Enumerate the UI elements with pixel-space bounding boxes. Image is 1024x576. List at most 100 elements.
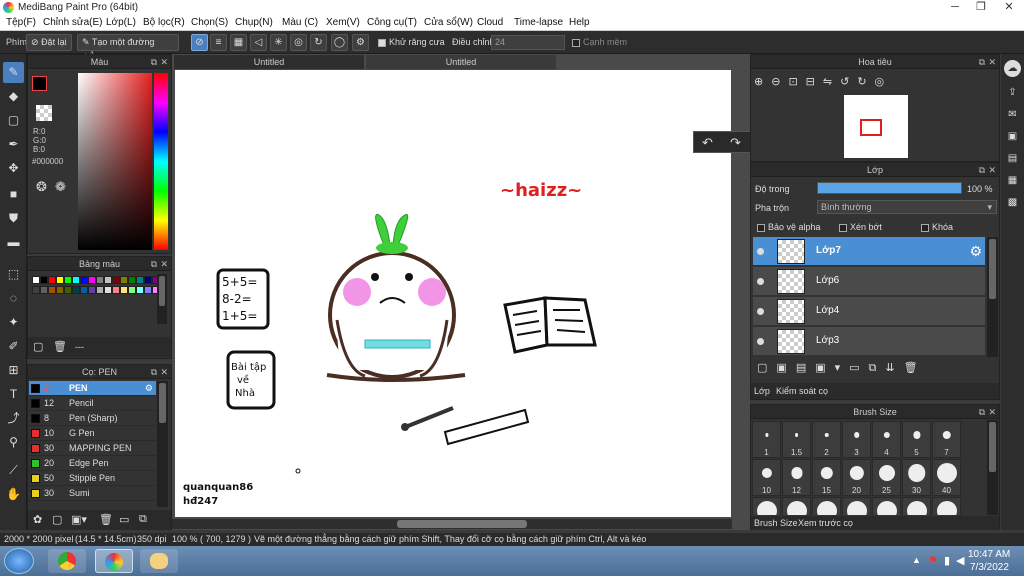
redo-icon[interactable]: ↷: [730, 135, 741, 151]
menu-cloud[interactable]: Cloud: [477, 17, 503, 28]
gear-icon[interactable]: ⚙: [969, 243, 982, 260]
close-icon[interactable]: ✕: [160, 55, 168, 69]
brush-item[interactable]: 30 Sumi: [29, 486, 156, 501]
palette-swatch[interactable]: [48, 286, 56, 294]
palette-swatch[interactable]: [88, 286, 96, 294]
brush-size-cell[interactable]: 40: [932, 459, 961, 496]
brush-size-cell[interactable]: 5: [902, 421, 931, 458]
tab-untitled-2[interactable]: Untitled: [366, 55, 556, 69]
tile-icon[interactable]: ▩: [1004, 194, 1021, 211]
fit-icon[interactable]: ⊡: [788, 76, 805, 88]
close-button[interactable]: ✕: [994, 0, 1024, 15]
layer-row[interactable]: Lớp3: [753, 327, 985, 356]
tray-chevron-icon[interactable]: ▲: [912, 555, 921, 565]
hue-slider[interactable]: [154, 73, 168, 250]
tray-network-icon[interactable]: ▮: [944, 554, 950, 567]
cloud-icon[interactable]: ☁: [1004, 60, 1021, 77]
palette-swatch[interactable]: [72, 276, 80, 284]
menu-edit[interactable]: Chỉnh sửa(E): [43, 17, 103, 28]
brush-item[interactable]: 2 PEN ⚙: [29, 381, 156, 396]
delete-palette-icon[interactable]: 🗑: [53, 340, 67, 353]
maximize-button[interactable]: ❐: [968, 0, 994, 15]
palette-swatch[interactable]: [104, 276, 112, 284]
menu-capture[interactable]: Chụp(N): [235, 17, 273, 28]
blend-select[interactable]: Bình thường ▾: [817, 200, 997, 214]
visibility-icon[interactable]: [757, 308, 764, 315]
close-icon[interactable]: ✕: [988, 55, 996, 69]
soft-edge-checkbox[interactable]: Cạnh mềm: [572, 37, 627, 47]
clock-date[interactable]: 7/3/2022: [970, 562, 1009, 573]
palette-swatch[interactable]: [88, 276, 96, 284]
palette-swatch[interactable]: [64, 286, 72, 294]
upload-icon[interactable]: ⇪: [1004, 84, 1021, 101]
shape-lines-button[interactable]: ≡: [210, 34, 227, 51]
adjust-input[interactable]: 24: [491, 35, 565, 50]
new-layer-icon[interactable]: ▢: [757, 362, 776, 374]
float-icon[interactable]: ⧉: [979, 55, 985, 69]
rotate-right-icon[interactable]: ↻: [857, 76, 874, 88]
menu-timelapse[interactable]: Time-lapse: [514, 17, 563, 28]
merge-layer-icon[interactable]: ⇊: [885, 362, 903, 374]
fill-rect-tool-icon[interactable]: ■: [3, 184, 24, 205]
select-tool-icon[interactable]: ⬚: [3, 264, 24, 285]
color-wheel-icon[interactable]: ❂: [36, 179, 47, 195]
palette-swatch[interactable]: [40, 276, 48, 284]
brush-size-cell[interactable]: 70: [782, 497, 811, 515]
chrome-taskbar-icon[interactable]: [48, 549, 86, 573]
select-pen-tool-icon[interactable]: ✐: [3, 336, 24, 357]
actual-size-icon[interactable]: ⊟: [806, 76, 823, 88]
menu-file[interactable]: Tệp(F): [6, 17, 36, 28]
tab-brush-preview[interactable]: Xem trước cọ: [798, 518, 853, 528]
palette-swatch[interactable]: [72, 286, 80, 294]
delete-layer-icon[interactable]: 🗑: [904, 362, 927, 374]
brush-size-cell[interactable]: 1: [752, 421, 781, 458]
medibang-taskbar-icon[interactable]: [95, 549, 133, 573]
float-icon[interactable]: ⧉: [151, 257, 157, 271]
gradient-tool-icon[interactable]: ▬: [3, 232, 24, 253]
brush-item[interactable]: 10 G Pen: [29, 426, 156, 441]
visibility-icon[interactable]: [757, 248, 764, 255]
palette-swatch[interactable]: [112, 276, 120, 284]
brush-size-cell[interactable]: 200: [872, 497, 901, 515]
rotate-left-icon[interactable]: ↺: [840, 76, 857, 88]
palette-swatch[interactable]: [56, 286, 64, 294]
palette-swatch[interactable]: [136, 276, 144, 284]
brush-tool-icon[interactable]: ✎: [3, 62, 24, 83]
brush-size-cell[interactable]: 4: [872, 421, 901, 458]
brush-size-cell[interactable]: 12: [782, 459, 811, 496]
brush-add-icon[interactable]: ✿: [33, 513, 42, 526]
brush-size-cell[interactable]: 250: [902, 497, 931, 515]
brush-size-scrollbar[interactable]: [987, 420, 998, 515]
brush-size-cell[interactable]: 20: [842, 459, 871, 496]
tab-layer[interactable]: Lớp: [754, 386, 770, 396]
menu-filter[interactable]: Bộ lọc(R): [143, 17, 185, 28]
brush-size-cell[interactable]: 100: [812, 497, 841, 515]
new-8bit-layer-icon[interactable]: ▤: [796, 362, 815, 374]
tab-brush-control[interactable]: Kiểm soát cọ: [776, 386, 828, 396]
layer-row[interactable]: Lớp6: [753, 267, 985, 296]
shape-none-button[interactable]: ⊘: [191, 34, 208, 51]
palette-swatch[interactable]: [32, 276, 40, 284]
primary-color-swatch[interactable]: [32, 76, 47, 91]
palette-swatch[interactable]: [96, 286, 104, 294]
clock-time[interactable]: 10:47 AM: [968, 549, 1010, 560]
menu-help[interactable]: Help: [569, 17, 590, 28]
palette-swatch[interactable]: [120, 276, 128, 284]
folder-icon[interactable]: ▭: [119, 513, 129, 526]
float-icon[interactable]: ⧉: [979, 405, 985, 419]
palette-swatch[interactable]: [80, 286, 88, 294]
palette-swatch[interactable]: [136, 286, 144, 294]
magic-wand-tool-icon[interactable]: ✦: [3, 312, 24, 333]
brush-size-cell[interactable]: 7: [932, 421, 961, 458]
delete-brush-icon[interactable]: 🗑: [99, 513, 113, 526]
shape-curve-button[interactable]: ↻: [310, 34, 327, 51]
palette-swatch[interactable]: [64, 276, 72, 284]
straight-line-button[interactable]: ✎ Tạo một đường thẳng: [77, 34, 179, 62]
visibility-icon[interactable]: [757, 278, 764, 285]
opacity-slider[interactable]: [817, 182, 962, 194]
visibility-icon[interactable]: [757, 338, 764, 345]
drawing-canvas[interactable]: 5+5= 8-2= 1+5= Bài tập về Nhà ~haizz~ qu…: [175, 70, 731, 517]
tray-security-icon[interactable]: ⚑: [928, 554, 938, 567]
grid-icon[interactable]: ▦: [1004, 172, 1021, 189]
tab-untitled-1[interactable]: Untitled: [174, 55, 364, 69]
